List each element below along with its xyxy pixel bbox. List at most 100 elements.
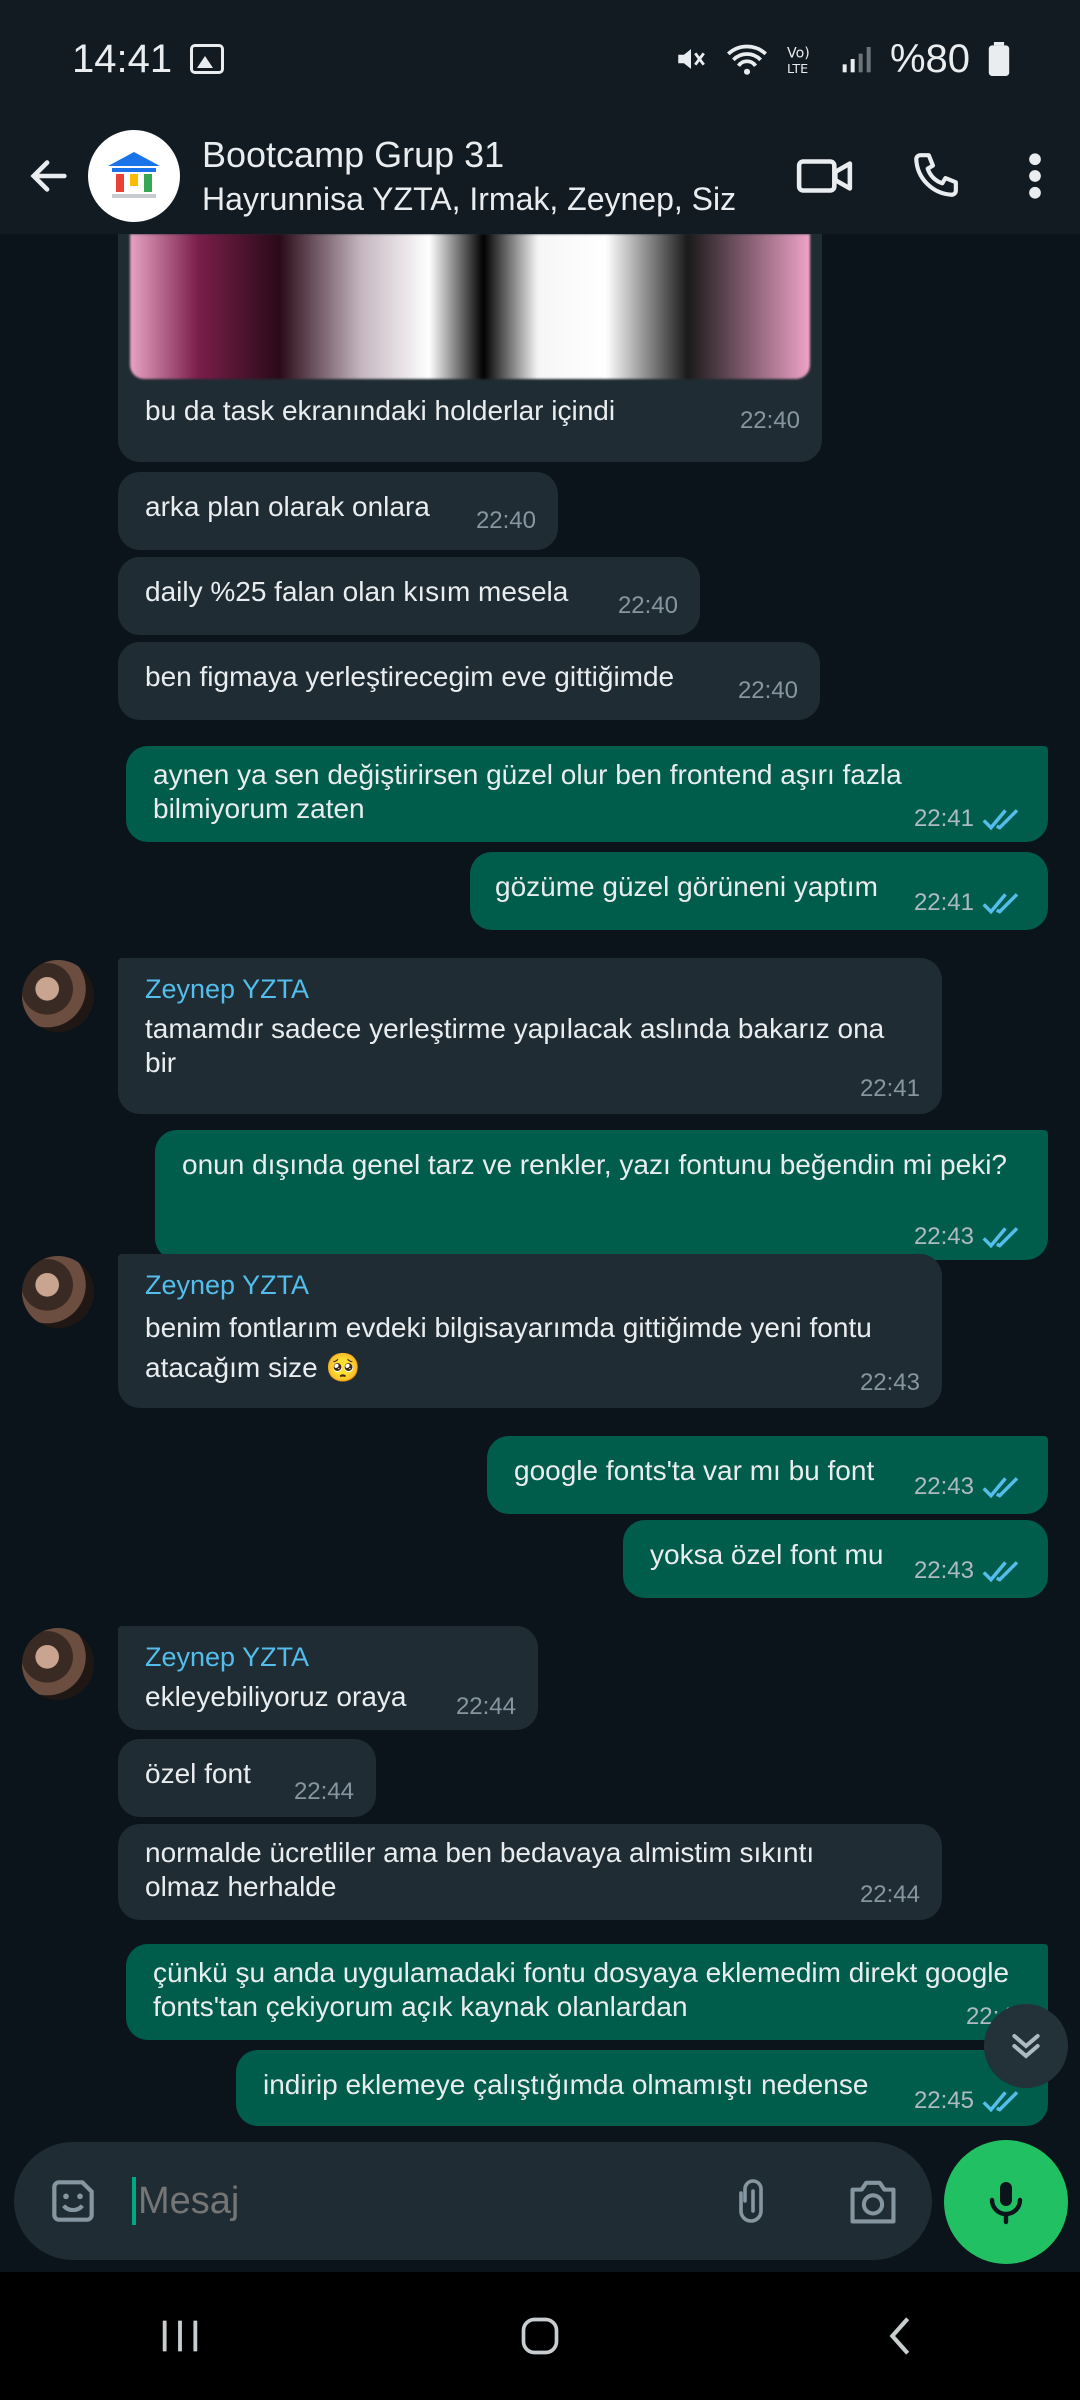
message-text: aynen ya sen değiştirirsen güzel olur be… — [153, 759, 902, 824]
message-time: 22:43 — [913, 1557, 974, 1584]
message-composer — [14, 2142, 932, 2260]
message-text: indirip eklemeye çalıştığımda olmamıştı … — [263, 2069, 869, 2100]
mute-icon — [678, 49, 705, 69]
camera-icon — [850, 2180, 896, 2224]
attach-button[interactable] — [718, 2166, 788, 2236]
message-text: yoksa özel font mu — [650, 1539, 884, 1570]
message-text: daily %25 falan olan kısım mesela — [145, 576, 569, 607]
read-receipt-icon — [982, 1227, 1019, 1249]
message-bubble[interactable]: çünkü şu anda uygulamadaki fontu dosyaya… — [126, 1944, 1048, 2040]
phone-icon — [914, 153, 958, 197]
message-input[interactable] — [136, 2178, 718, 2224]
image-notification-icon — [190, 44, 225, 74]
video-call-button[interactable] — [770, 126, 880, 226]
message-bubble[interactable]: yoksa özel font mu 22:43 — [623, 1520, 1048, 1598]
recent-apps-button[interactable] — [120, 2286, 240, 2386]
sticker-button[interactable] — [38, 2166, 108, 2236]
message-time: 22:41 — [859, 1075, 920, 1102]
message-text: onun dışında genel tarz ve renkler, yazı… — [182, 1149, 1007, 1180]
message-bubble[interactable]: aynen ya sen değiştirirsen güzel olur be… — [126, 746, 1048, 842]
read-receipt-icon — [982, 809, 1019, 831]
status-bar: 14:41 Vo) LTE %80 — [0, 0, 1080, 118]
paperclip-icon — [739, 2179, 763, 2223]
bootcamp-logo-icon — [108, 152, 160, 198]
message-bubble[interactable]: arka plan olarak onlara 22:40 — [118, 472, 558, 550]
camera-button[interactable] — [838, 2166, 908, 2236]
message-bubble[interactable]: özel font 22:44 — [118, 1739, 376, 1817]
group-avatar[interactable] — [88, 130, 180, 222]
message-bubble[interactable]: google fonts'ta var mı bu font 22:43 — [487, 1436, 1048, 1514]
read-receipt-icon — [982, 893, 1019, 915]
battery-percentage: %80 — [889, 36, 970, 81]
voice-message-button[interactable] — [944, 2140, 1068, 2264]
svg-text:LTE: LTE — [787, 62, 808, 76]
recent-apps-icon — [162, 2320, 198, 2352]
sticker-icon — [52, 2180, 94, 2222]
message-time: 22:43 — [913, 1473, 974, 1500]
message-time: 22:41 — [913, 889, 974, 916]
message-bubble[interactable]: Zeynep YZTA tamamdır sadece yerleştirme … — [118, 958, 942, 1114]
message-bubble[interactable]: Zeynep YZTA benim fontlarım evdeki bilgi… — [118, 1254, 942, 1408]
shared-image[interactable] — [130, 234, 810, 379]
sender-name[interactable]: Zeynep YZTA — [145, 972, 915, 1006]
system-back-button[interactable] — [840, 2286, 960, 2386]
read-receipt-icon — [982, 1477, 1019, 1499]
chat-header: Bootcamp Grup 31 Hayrunnisa YZTA, Irmak,… — [0, 118, 1080, 234]
sender-avatar[interactable] — [22, 960, 94, 1032]
message-bubble[interactable]: indirip eklemeye çalıştığımda olmamıştı … — [236, 2050, 1048, 2126]
message-bubble[interactable]: bu da task ekranındaki holderlar içindi … — [118, 234, 822, 462]
wifi-icon — [726, 44, 767, 75]
sender-name[interactable]: Zeynep YZTA — [145, 1640, 406, 1674]
sender-name[interactable]: Zeynep YZTA — [145, 1268, 935, 1302]
double-chevron-down-icon — [1012, 2034, 1040, 2059]
message-bubble[interactable]: daily %25 falan olan kısım mesela 22:40 — [118, 557, 700, 635]
message-time: 22:40 — [475, 507, 536, 534]
battery-icon — [988, 42, 1010, 76]
read-receipt-icon — [982, 2091, 1019, 2113]
chat-title: Bootcamp Grup 31 — [202, 134, 505, 176]
message-bubble[interactable]: onun dışında genel tarz ve renkler, yazı… — [155, 1130, 1048, 1260]
read-receipt-icon — [982, 1561, 1019, 1583]
scroll-to-bottom-button[interactable] — [984, 2004, 1068, 2088]
arrow-back-icon — [30, 160, 67, 192]
signal-icon — [842, 47, 871, 73]
chat-members: Hayrunnisa YZTA, Irmak, Zeynep, Siz — [202, 181, 737, 218]
message-text: çünkü şu anda uygulamadaki fontu dosyaya… — [153, 1957, 1010, 2022]
message-time: 22:45 — [913, 2087, 974, 2114]
message-time: 22:43 — [859, 1369, 920, 1396]
message-bubble[interactable]: Zeynep YZTA ekleyebiliyoruz oraya 22:44 — [118, 1626, 538, 1730]
message-list[interactable]: bu da task ekranındaki holderlar içindi … — [0, 234, 1080, 2134]
message-bubble[interactable]: ben figmaya yerleştirecegim eve gittiğim… — [118, 642, 820, 720]
more-vertical-icon — [1029, 153, 1041, 199]
volte-icon: Vo)LTE — [787, 46, 810, 76]
message-time: 22:43 — [913, 1223, 974, 1250]
message-time: 22:40 — [737, 677, 798, 704]
sender-avatar[interactable] — [22, 1628, 94, 1700]
message-bubble[interactable]: normalde ücretliler ama ben bedavaya alm… — [118, 1824, 942, 1920]
status-time: 14:41 — [72, 36, 173, 81]
message-text: benim fontlarım evdeki bilgisayarımda gi… — [145, 1312, 872, 1383]
message-text: normalde ücretliler ama ben bedavaya alm… — [145, 1837, 815, 1902]
message-text: özel font — [145, 1758, 251, 1789]
message-time: 22:40 — [739, 407, 800, 434]
more-options-button[interactable] — [990, 126, 1080, 226]
voice-call-button[interactable] — [880, 126, 990, 226]
message-time: 22:44 — [455, 1693, 516, 1720]
home-button[interactable] — [480, 2286, 600, 2386]
chevron-left-icon — [889, 2317, 910, 2355]
message-time: 22:44 — [293, 1778, 354, 1805]
message-text: ben figmaya yerleştirecegim eve gittiğim… — [145, 661, 675, 692]
message-text: gözüme güzel görüneni yaptım — [495, 871, 878, 902]
message-time: 22:41 — [913, 805, 974, 832]
sender-avatar[interactable] — [22, 1256, 94, 1328]
video-camera-icon — [796, 159, 853, 193]
chat-title-block[interactable]: Bootcamp Grup 31 Hayrunnisa YZTA, Irmak,… — [202, 133, 736, 219]
back-button[interactable] — [14, 141, 84, 211]
microphone-icon — [989, 2182, 1023, 2225]
message-text: tamamdır sadece yerleştirme yapılacak as… — [145, 1013, 885, 1078]
home-icon — [521, 2317, 559, 2355]
message-time: 22:40 — [617, 592, 678, 619]
message-text: google fonts'ta var mı bu font — [514, 1455, 875, 1486]
system-navigation-bar — [0, 2272, 1080, 2400]
message-bubble[interactable]: gözüme güzel görüneni yaptım 22:41 — [470, 852, 1048, 930]
